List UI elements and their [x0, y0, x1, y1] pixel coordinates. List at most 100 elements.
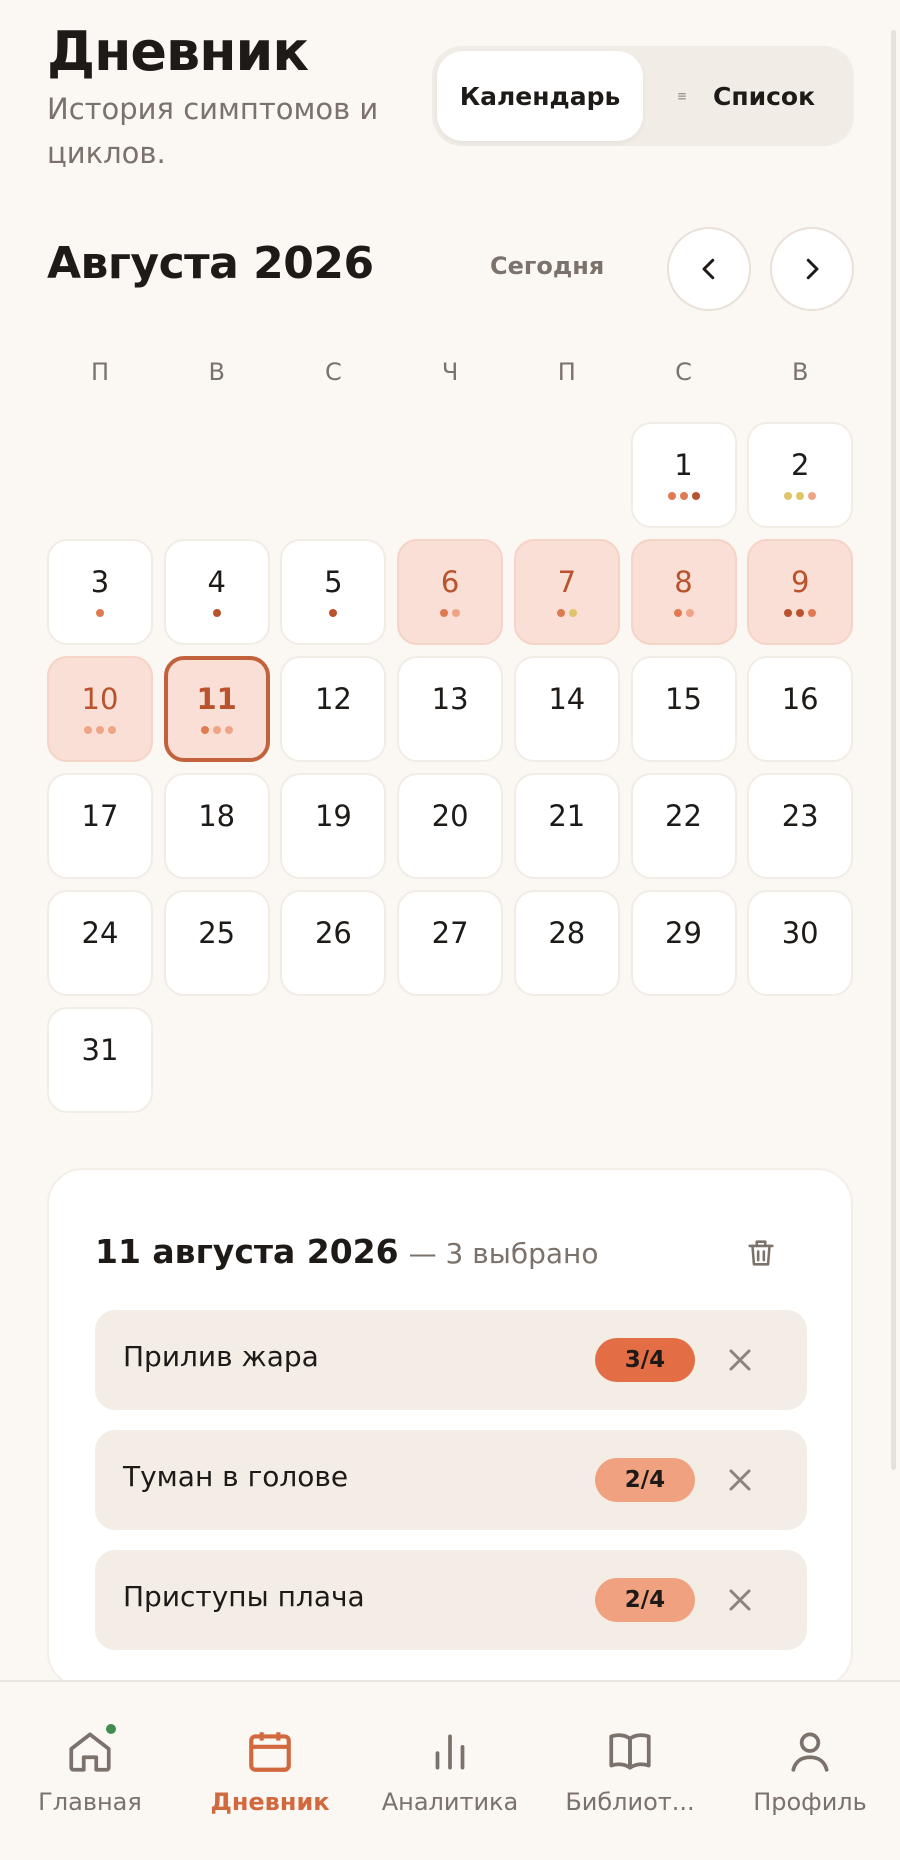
calendar-day[interactable]: 13: [397, 656, 504, 762]
symptom-dot: [200, 725, 209, 734]
trash-icon[interactable]: [744, 1236, 778, 1270]
symptom-dot: [96, 725, 104, 734]
symptom-row[interactable]: Туман в голове 2/4: [95, 1430, 807, 1530]
calendar-day[interactable]: 12: [280, 656, 387, 762]
day-number: 9: [790, 564, 810, 599]
calendar-day[interactable]: 21: [513, 773, 620, 879]
nav-profile[interactable]: Профиль: [720, 1682, 900, 1822]
weekday-label: В: [208, 358, 225, 386]
calendar-grid: 1 2 3 4 5 6 7 8 9 10 11 12 13 14 15 16 17 18 19 20 21 22 23 24 2…: [47, 422, 854, 1113]
scrollbar[interactable]: [891, 30, 896, 1470]
calendar-day[interactable]: 27: [397, 890, 504, 996]
close-icon[interactable]: [722, 1342, 758, 1378]
calendar-day[interactable]: 18: [163, 773, 270, 879]
symptom-dot: [808, 608, 817, 617]
notification-dot: [104, 1722, 118, 1736]
nav-analytics[interactable]: Аналитика: [360, 1682, 540, 1822]
view-list-label: Список: [712, 81, 816, 111]
symptom-dot: [440, 608, 449, 617]
symptom-dot: [224, 725, 233, 734]
prev-month-button[interactable]: [667, 227, 751, 311]
symptom-dot: [808, 491, 817, 500]
symptom-dot: [108, 725, 116, 734]
page-subtitle: История симптомов и циклов.: [47, 92, 379, 170]
day-number: 28: [548, 915, 586, 950]
day-number: 27: [431, 915, 469, 950]
calendar-day[interactable]: 15: [630, 656, 737, 762]
calendar-day[interactable]: 10: [47, 656, 153, 762]
calendar-day[interactable]: 22: [630, 773, 737, 879]
day-number: 12: [314, 681, 352, 716]
calendar-day[interactable]: 25: [163, 890, 270, 996]
calendar-day[interactable]: 31: [47, 1007, 153, 1113]
calendar-day[interactable]: 11: [163, 656, 270, 762]
calendar-day[interactable]: 16: [747, 656, 854, 762]
calendar-day[interactable]: 20: [397, 773, 504, 879]
calendar-day[interactable]: 9: [747, 539, 854, 645]
symptom-dots: [784, 491, 817, 500]
close-icon[interactable]: [722, 1582, 758, 1618]
symptom-row[interactable]: Прилив жара 3/4: [95, 1310, 807, 1410]
day-number: 11: [196, 681, 237, 716]
calendar-day[interactable]: 26: [280, 890, 387, 996]
calendar-day[interactable]: 2: [747, 422, 854, 528]
symptom-dot: [691, 491, 700, 500]
symptom-dot: [667, 491, 676, 500]
calendar-day[interactable]: 5: [280, 539, 387, 645]
day-number: 31: [81, 1032, 119, 1067]
calendar-day[interactable]: 24: [47, 890, 153, 996]
day-number: 14: [548, 681, 586, 716]
day-number: 10: [81, 681, 119, 716]
weekday-label: П: [557, 358, 576, 386]
symptom-dot: [685, 608, 694, 617]
calendar-day[interactable]: 4: [163, 539, 270, 645]
symptom-dot: [84, 725, 92, 734]
calendar-day[interactable]: 30: [747, 890, 854, 996]
severity-badge[interactable]: 2/4: [595, 1458, 695, 1502]
next-month-button[interactable]: [770, 227, 854, 311]
symptom-dot: [96, 608, 104, 617]
calendar-day[interactable]: 14: [513, 656, 620, 762]
calendar-day[interactable]: 3: [47, 539, 153, 645]
calendar-day[interactable]: 19: [280, 773, 387, 879]
nav-diary[interactable]: Дневник: [180, 1682, 360, 1822]
day-number: 17: [81, 798, 119, 833]
symptom-row[interactable]: Приступы плача 2/4: [95, 1550, 807, 1650]
nav-diary-label: Дневник: [210, 1788, 330, 1816]
calendar-icon: [249, 1732, 291, 1772]
symptom-dots: [556, 608, 577, 617]
weekday-label: С: [675, 358, 692, 386]
day-number: 25: [198, 915, 236, 950]
severity-badge[interactable]: 3/4: [595, 1338, 695, 1382]
calendar-day[interactable]: 8: [630, 539, 737, 645]
weekday-header: ПВСЧПСВ: [47, 358, 853, 394]
calendar-day[interactable]: 17: [47, 773, 153, 879]
day-number: 21: [548, 798, 586, 833]
calendar-day[interactable]: 1: [630, 422, 737, 528]
view-list-button[interactable]: ≡ Список: [643, 51, 849, 141]
nav-home[interactable]: Главная: [0, 1682, 180, 1822]
book-icon: [609, 1733, 651, 1770]
symptom-dots: [212, 608, 221, 617]
view-calendar-button[interactable]: Календарь: [437, 51, 643, 141]
symptom-dot: [556, 608, 565, 617]
calendar-day[interactable]: 23: [747, 773, 854, 879]
day-number: 30: [781, 915, 819, 950]
chevron-left-icon: [702, 258, 715, 280]
calendar-day[interactable]: 29: [630, 890, 737, 996]
day-number: 29: [665, 915, 702, 950]
calendar-day[interactable]: 6: [397, 539, 504, 645]
today-button[interactable]: Сегодня: [490, 252, 604, 280]
day-number: 5: [324, 564, 343, 599]
calendar-day[interactable]: 7: [513, 539, 620, 645]
symptom-dot: [796, 491, 805, 500]
weekday-label: В: [791, 358, 809, 386]
weekday-label: С: [325, 358, 342, 386]
symptom-dots: [784, 608, 817, 617]
weekday-label: Ч: [441, 358, 459, 386]
day-number: 15: [665, 681, 702, 716]
close-icon[interactable]: [722, 1462, 758, 1498]
calendar-day[interactable]: 28: [513, 890, 620, 996]
nav-library[interactable]: Библиот...: [540, 1682, 720, 1822]
severity-badge[interactable]: 2/4: [595, 1578, 695, 1622]
